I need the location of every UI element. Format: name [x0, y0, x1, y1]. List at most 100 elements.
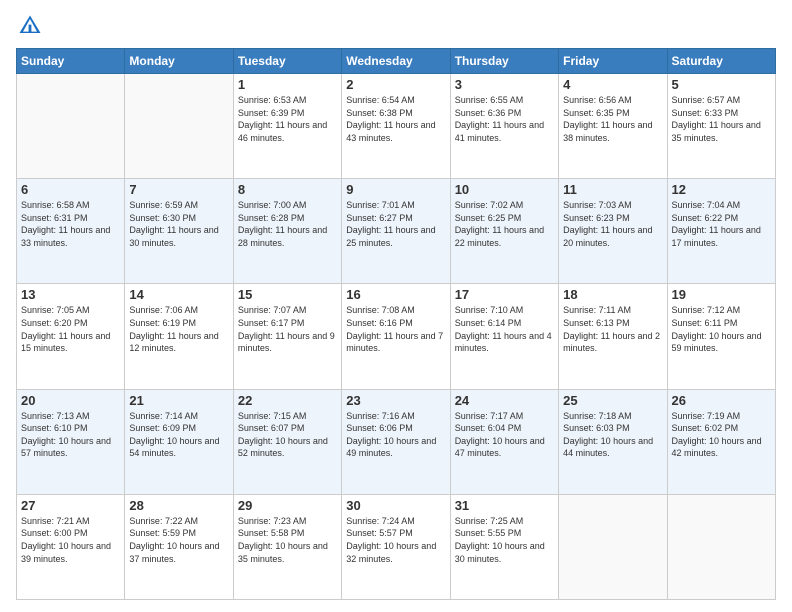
day-number: 6	[21, 182, 120, 197]
table-row	[17, 74, 125, 179]
day-info: Sunrise: 7:10 AM Sunset: 6:14 PM Dayligh…	[455, 304, 554, 354]
table-row: 5 Sunrise: 6:57 AM Sunset: 6:33 PM Daylig…	[667, 74, 775, 179]
day-info: Sunrise: 6:55 AM Sunset: 6:36 PM Dayligh…	[455, 94, 554, 144]
table-row: 20 Sunrise: 7:13 AM Sunset: 6:10 PM Dayli…	[17, 389, 125, 494]
day-info: Sunrise: 7:18 AM Sunset: 6:03 PM Dayligh…	[563, 410, 662, 460]
day-info: Sunrise: 7:03 AM Sunset: 6:23 PM Dayligh…	[563, 199, 662, 249]
day-info: Sunrise: 7:00 AM Sunset: 6:28 PM Dayligh…	[238, 199, 337, 249]
table-row: 21 Sunrise: 7:14 AM Sunset: 6:09 PM Dayli…	[125, 389, 233, 494]
day-number: 13	[21, 287, 120, 302]
day-info: Sunrise: 7:13 AM Sunset: 6:10 PM Dayligh…	[21, 410, 120, 460]
day-info: Sunrise: 7:06 AM Sunset: 6:19 PM Dayligh…	[129, 304, 228, 354]
col-friday: Friday	[559, 49, 667, 74]
day-info: Sunrise: 7:01 AM Sunset: 6:27 PM Dayligh…	[346, 199, 445, 249]
table-row	[559, 494, 667, 599]
table-row: 11 Sunrise: 7:03 AM Sunset: 6:23 PM Dayli…	[559, 179, 667, 284]
header	[16, 12, 776, 40]
day-number: 29	[238, 498, 337, 513]
calendar-week-row: 20 Sunrise: 7:13 AM Sunset: 6:10 PM Dayli…	[17, 389, 776, 494]
table-row: 24 Sunrise: 7:17 AM Sunset: 6:04 PM Dayli…	[450, 389, 558, 494]
table-row: 15 Sunrise: 7:07 AM Sunset: 6:17 PM Dayli…	[233, 284, 341, 389]
table-row: 31Sunrise: 7:25 AM Sunset: 5:55 PM Dayli…	[450, 494, 558, 599]
day-number: 26	[672, 393, 771, 408]
day-info: Sunrise: 7:05 AM Sunset: 6:20 PM Dayligh…	[21, 304, 120, 354]
day-info: Sunrise: 6:56 AM Sunset: 6:35 PM Dayligh…	[563, 94, 662, 144]
day-number: 15	[238, 287, 337, 302]
day-number: 8	[238, 182, 337, 197]
table-row: 23 Sunrise: 7:16 AM Sunset: 6:06 PM Dayli…	[342, 389, 450, 494]
day-info: Sunrise: 6:54 AM Sunset: 6:38 PM Dayligh…	[346, 94, 445, 144]
day-info: Sunrise: 6:57 AM Sunset: 6:33 PM Dayligh…	[672, 94, 771, 144]
table-row: 30 Sunrise: 7:24 AM Sunset: 5:57 PM Dayli…	[342, 494, 450, 599]
day-number: 19	[672, 287, 771, 302]
day-info: Sunrise: 6:59 AM Sunset: 6:30 PM Dayligh…	[129, 199, 228, 249]
day-info: Sunrise: 7:02 AM Sunset: 6:25 PM Dayligh…	[455, 199, 554, 249]
col-tuesday: Tuesday	[233, 49, 341, 74]
logo	[16, 12, 46, 40]
day-number: 25	[563, 393, 662, 408]
table-row: 18Sunrise: 7:11 AM Sunset: 6:13 PM Dayli…	[559, 284, 667, 389]
table-row: 7Sunrise: 6:59 AM Sunset: 6:30 PM Daylig…	[125, 179, 233, 284]
table-row: 22 Sunrise: 7:15 AM Sunset: 6:07 PM Dayli…	[233, 389, 341, 494]
table-row: 4Sunrise: 6:56 AM Sunset: 6:35 PM Daylig…	[559, 74, 667, 179]
calendar-week-row: 1 Sunrise: 6:53 AM Sunset: 6:39 PM Daylig…	[17, 74, 776, 179]
day-info: Sunrise: 7:12 AM Sunset: 6:11 PM Dayligh…	[672, 304, 771, 354]
day-number: 5	[672, 77, 771, 92]
day-number: 22	[238, 393, 337, 408]
day-info: Sunrise: 7:19 AM Sunset: 6:02 PM Dayligh…	[672, 410, 771, 460]
table-row: 28Sunrise: 7:22 AM Sunset: 5:59 PM Dayli…	[125, 494, 233, 599]
calendar-week-row: 13 Sunrise: 7:05 AM Sunset: 6:20 PM Dayli…	[17, 284, 776, 389]
day-info: Sunrise: 7:07 AM Sunset: 6:17 PM Dayligh…	[238, 304, 337, 354]
table-row: 8 Sunrise: 7:00 AM Sunset: 6:28 PM Daylig…	[233, 179, 341, 284]
day-number: 28	[129, 498, 228, 513]
calendar-week-row: 6 Sunrise: 6:58 AM Sunset: 6:31 PM Daylig…	[17, 179, 776, 284]
day-number: 17	[455, 287, 554, 302]
table-row: 14Sunrise: 7:06 AM Sunset: 6:19 PM Dayli…	[125, 284, 233, 389]
day-number: 16	[346, 287, 445, 302]
day-number: 30	[346, 498, 445, 513]
day-info: Sunrise: 6:53 AM Sunset: 6:39 PM Dayligh…	[238, 94, 337, 144]
day-number: 27	[21, 498, 120, 513]
day-number: 11	[563, 182, 662, 197]
table-row: 26 Sunrise: 7:19 AM Sunset: 6:02 PM Dayli…	[667, 389, 775, 494]
day-info: Sunrise: 7:14 AM Sunset: 6:09 PM Dayligh…	[129, 410, 228, 460]
table-row: 6 Sunrise: 6:58 AM Sunset: 6:31 PM Daylig…	[17, 179, 125, 284]
day-info: Sunrise: 7:08 AM Sunset: 6:16 PM Dayligh…	[346, 304, 445, 354]
col-sunday: Sunday	[17, 49, 125, 74]
day-number: 20	[21, 393, 120, 408]
day-info: Sunrise: 7:16 AM Sunset: 6:06 PM Dayligh…	[346, 410, 445, 460]
day-number: 2	[346, 77, 445, 92]
day-info: Sunrise: 7:04 AM Sunset: 6:22 PM Dayligh…	[672, 199, 771, 249]
day-info: Sunrise: 6:58 AM Sunset: 6:31 PM Dayligh…	[21, 199, 120, 249]
day-number: 24	[455, 393, 554, 408]
calendar-table: Sunday Monday Tuesday Wednesday Thursday…	[16, 48, 776, 600]
table-row: 10 Sunrise: 7:02 AM Sunset: 6:25 PM Dayli…	[450, 179, 558, 284]
day-info: Sunrise: 7:21 AM Sunset: 6:00 PM Dayligh…	[21, 515, 120, 565]
calendar-header-row: Sunday Monday Tuesday Wednesday Thursday…	[17, 49, 776, 74]
table-row: 2 Sunrise: 6:54 AM Sunset: 6:38 PM Daylig…	[342, 74, 450, 179]
col-thursday: Thursday	[450, 49, 558, 74]
day-info: Sunrise: 7:15 AM Sunset: 6:07 PM Dayligh…	[238, 410, 337, 460]
table-row	[667, 494, 775, 599]
table-row: 16 Sunrise: 7:08 AM Sunset: 6:16 PM Dayli…	[342, 284, 450, 389]
day-number: 10	[455, 182, 554, 197]
table-row: 13 Sunrise: 7:05 AM Sunset: 6:20 PM Dayli…	[17, 284, 125, 389]
day-number: 1	[238, 77, 337, 92]
table-row: 25 Sunrise: 7:18 AM Sunset: 6:03 PM Dayli…	[559, 389, 667, 494]
logo-icon	[16, 12, 44, 40]
day-info: Sunrise: 7:17 AM Sunset: 6:04 PM Dayligh…	[455, 410, 554, 460]
page: Sunday Monday Tuesday Wednesday Thursday…	[0, 0, 792, 612]
table-row: 27 Sunrise: 7:21 AM Sunset: 6:00 PM Dayli…	[17, 494, 125, 599]
day-number: 31	[455, 498, 554, 513]
table-row: 17 Sunrise: 7:10 AM Sunset: 6:14 PM Dayli…	[450, 284, 558, 389]
calendar-week-row: 27 Sunrise: 7:21 AM Sunset: 6:00 PM Dayli…	[17, 494, 776, 599]
day-number: 21	[129, 393, 228, 408]
table-row: 3Sunrise: 6:55 AM Sunset: 6:36 PM Daylig…	[450, 74, 558, 179]
col-wednesday: Wednesday	[342, 49, 450, 74]
day-info: Sunrise: 7:24 AM Sunset: 5:57 PM Dayligh…	[346, 515, 445, 565]
day-number: 9	[346, 182, 445, 197]
day-number: 12	[672, 182, 771, 197]
table-row: 29Sunrise: 7:23 AM Sunset: 5:58 PM Dayli…	[233, 494, 341, 599]
day-number: 23	[346, 393, 445, 408]
day-info: Sunrise: 7:11 AM Sunset: 6:13 PM Dayligh…	[563, 304, 662, 354]
